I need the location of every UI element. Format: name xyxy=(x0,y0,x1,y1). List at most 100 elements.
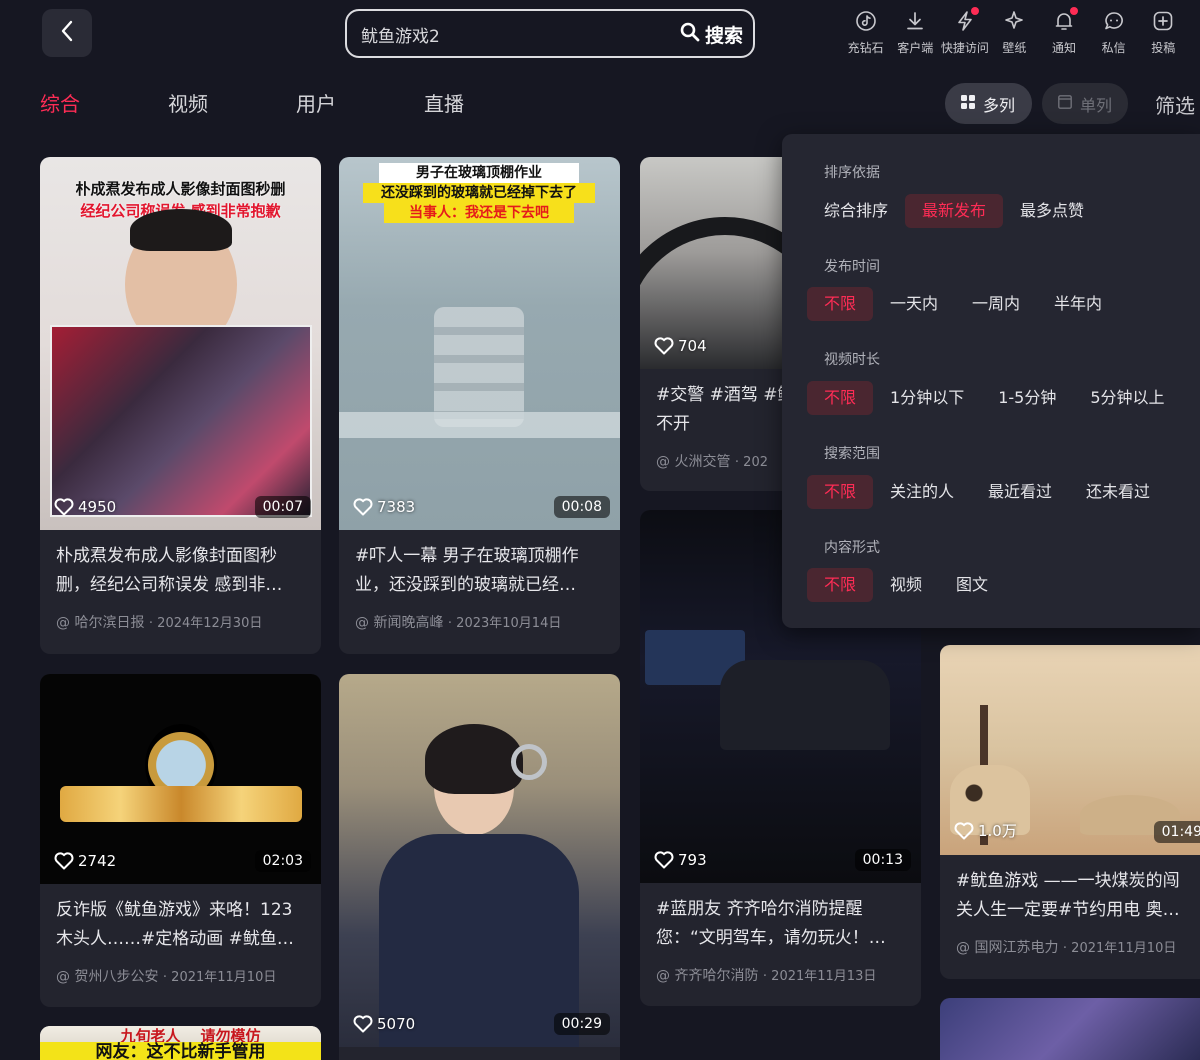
scope-option-recently-viewed[interactable]: 最近看过 xyxy=(971,475,1069,509)
video-card[interactable]: 1.0万 01:49 #鱿鱼游戏 ——一块煤炭的闯关人生一定要#节约用电 奥… … xyxy=(940,645,1200,979)
like-count-value: 5070 xyxy=(377,1015,416,1033)
sort-option-most-liked[interactable]: 最多点赞 xyxy=(1003,194,1101,228)
like-count-value: 7383 xyxy=(377,498,416,516)
heart-icon xyxy=(654,851,674,869)
author-name[interactable]: @ 贺州八步公安 xyxy=(56,969,158,985)
multi-column-button[interactable]: 多列 xyxy=(945,83,1032,124)
action-notifications[interactable]: 通知 xyxy=(1039,7,1089,56)
tab-general[interactable]: 综合 xyxy=(40,88,80,117)
cover-headline-2: 还没踩到的玻璃就已经掉下去了 xyxy=(363,183,595,203)
sort-options: 综合排序 最新发布 最多点赞 xyxy=(807,194,1101,228)
publish-date: · 2021年11月10日 xyxy=(162,970,277,985)
person-hair xyxy=(425,724,523,794)
duration-badge: 02:03 xyxy=(254,850,311,872)
scope-options: 不限 关注的人 最近看过 还未看过 xyxy=(807,475,1167,509)
single-column-label: 单列 xyxy=(1080,95,1113,115)
tab-users[interactable]: 用户 xyxy=(296,88,336,117)
duration-option-under-1min[interactable]: 1分钟以下 xyxy=(873,381,981,415)
time-option-day[interactable]: 一天内 xyxy=(873,287,955,321)
video-meta: @ 新闻晚高峰 · 2023年10月14日 xyxy=(339,600,620,632)
like-count-value: 704 xyxy=(678,337,707,355)
duration-options: 不限 1分钟以下 1-5分钟 5分钟以上 xyxy=(807,381,1182,415)
search-button-label: 搜索 xyxy=(704,24,743,47)
cover-headline-3: 网友：这不比新手管用 xyxy=(40,1042,321,1060)
like-count: 704 xyxy=(654,337,707,355)
action-messages[interactable]: 私信 xyxy=(1089,9,1139,56)
publish-date: · 2021年11月13日 xyxy=(762,969,877,984)
tiktok-coin-icon xyxy=(854,9,878,33)
author-name[interactable]: @ 国网江苏电力 xyxy=(956,940,1058,956)
heart-icon xyxy=(54,498,74,516)
tab-live[interactable]: 直播 xyxy=(424,88,464,117)
duration-option-1-5min[interactable]: 1-5分钟 xyxy=(981,381,1073,415)
collage-image xyxy=(50,325,312,517)
multi-column-label: 多列 xyxy=(983,95,1016,115)
sort-option-general[interactable]: 综合排序 xyxy=(807,194,905,228)
like-count-value: 2742 xyxy=(78,852,117,870)
video-card[interactable]: 九旬老人 请勿模仿 网友：这不比新手管用 xyxy=(40,1026,321,1060)
action-client[interactable]: 客户端 xyxy=(890,9,940,56)
video-title: 朴成焄发布成人影像封面图秒删，经纪公司称误发 感到非… xyxy=(56,546,283,595)
like-count-value: 4950 xyxy=(78,498,117,516)
heart-icon xyxy=(54,852,74,870)
action-label: 投稿 xyxy=(1151,41,1176,55)
search-input[interactable] xyxy=(361,21,661,47)
search-box: 搜索 xyxy=(345,9,755,58)
message-icon xyxy=(1102,9,1126,33)
duration-option-over-5min[interactable]: 5分钟以上 xyxy=(1073,381,1181,415)
video-meta: @ 国网江苏电力 · 2021年11月10日 xyxy=(940,925,1200,957)
sparkle-icon xyxy=(1002,9,1026,33)
time-option-half-year[interactable]: 半年内 xyxy=(1037,287,1119,321)
video-thumbnail: 2742 02:03 xyxy=(40,674,321,884)
author-name[interactable]: @ 新闻晚高峰 xyxy=(355,615,443,631)
video-card[interactable]: 男子在玻璃顶棚作业 还没踩到的玻璃就已经掉下去了 当事人：我还是下去吧 7383… xyxy=(339,157,620,654)
filter-section-label: 内容形式 xyxy=(824,540,880,556)
single-column-icon xyxy=(1058,94,1072,113)
time-option-any[interactable]: 不限 xyxy=(807,287,874,321)
download-icon xyxy=(903,9,927,33)
tab-video[interactable]: 视频 xyxy=(168,88,208,117)
action-label: 客户端 xyxy=(897,41,934,55)
duration-badge: 00:13 xyxy=(854,849,911,871)
action-quick-access[interactable]: 快捷访问 xyxy=(940,7,990,56)
like-count-value: 793 xyxy=(678,851,707,869)
scope-option-not-viewed[interactable]: 还未看过 xyxy=(1069,475,1167,509)
video-card[interactable]: 2742 02:03 反诈版《鱿鱼游戏》来咯！123木头人……#定格动画 #鱿鱼… xyxy=(40,674,321,1007)
duration-badge: 00:08 xyxy=(553,496,610,518)
duration-badge: 00:29 xyxy=(553,1013,610,1035)
duration-badge: 00:07 xyxy=(254,496,311,518)
cover-headline-1: 朴成焄发布成人影像封面图秒删 xyxy=(75,180,286,198)
video-card[interactable] xyxy=(940,998,1200,1060)
time-option-week[interactable]: 一周内 xyxy=(955,287,1037,321)
video-title: #蓝朋友 齐齐哈尔消防提醒您：“文明驾车，请勿玩火！… xyxy=(656,899,886,948)
scope-option-any[interactable]: 不限 xyxy=(807,475,874,509)
back-button[interactable] xyxy=(42,9,92,57)
action-label: 壁纸 xyxy=(1002,41,1027,55)
search-button[interactable]: 搜索 xyxy=(680,19,743,49)
action-diamond[interactable]: 充钻石 xyxy=(841,9,891,56)
railing-beam xyxy=(339,412,620,438)
content-option-any[interactable]: 不限 xyxy=(807,568,874,602)
action-upload[interactable]: 投稿 xyxy=(1138,9,1188,56)
author-name[interactable]: @ 齐齐哈尔消防 xyxy=(656,968,758,984)
action-wallpaper[interactable]: 壁纸 xyxy=(990,9,1040,56)
author-name[interactable]: @ 火洲交管 xyxy=(656,454,730,470)
like-count: 5070 xyxy=(353,1015,415,1033)
video-card[interactable]: 5070 00:29 xyxy=(339,674,620,1060)
duration-option-any[interactable]: 不限 xyxy=(807,381,874,415)
sort-option-latest[interactable]: 最新发布 xyxy=(905,194,1004,228)
video-meta: @ 齐齐哈尔消防 · 2021年11月13日 xyxy=(640,953,921,985)
grid-icon xyxy=(961,94,975,113)
content-option-image-text[interactable]: 图文 xyxy=(939,568,1005,602)
filter-section-label: 排序依据 xyxy=(824,165,880,181)
video-card[interactable]: 朴成焄发布成人影像封面图秒删 经纪公司称误发 感到非常抱歉 4950 00:07… xyxy=(40,157,321,654)
scope-option-following[interactable]: 关注的人 xyxy=(873,475,971,509)
heart-icon xyxy=(353,498,373,516)
notification-dot xyxy=(971,7,980,15)
filter-button[interactable]: 筛选 xyxy=(1155,90,1195,119)
action-label: 充钻石 xyxy=(847,41,884,55)
content-option-video[interactable]: 视频 xyxy=(873,568,939,602)
single-column-button[interactable]: 单列 xyxy=(1042,83,1128,124)
filter-panel: 排序依据 综合排序 最新发布 最多点赞 发布时间 不限 一天内 一周内 半年内 … xyxy=(782,134,1200,628)
author-name[interactable]: @ 哈尔滨日报 xyxy=(56,615,144,631)
